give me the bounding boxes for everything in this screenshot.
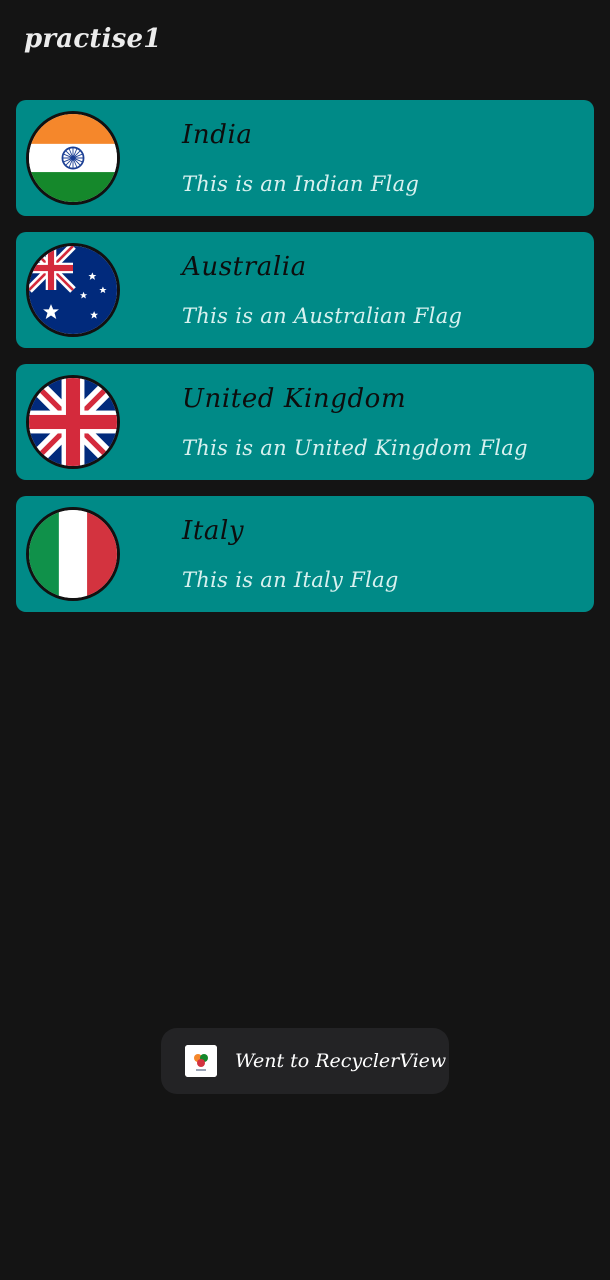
country-description: This is an United Kingdom Flag: [182, 436, 528, 460]
country-name: United Kingdom: [182, 384, 407, 414]
list-item-australia[interactable]: Australia This is an Australian Flag: [16, 232, 594, 348]
country-list[interactable]: India This is an Indian Flag Australia T…: [16, 100, 594, 628]
toast: Went to RecyclerView: [161, 1028, 449, 1094]
toast-message: Went to RecyclerView: [235, 1050, 447, 1072]
list-item-united-kingdom[interactable]: United Kingdom This is an United Kingdom…: [16, 364, 594, 480]
list-item-italy[interactable]: Italy This is an Italy Flag: [16, 496, 594, 612]
country-description: This is an Australian Flag: [182, 304, 463, 328]
app-bar: practise1: [0, 0, 610, 88]
india-flag-icon: [26, 111, 120, 205]
uk-flag-icon: [26, 375, 120, 469]
country-description: This is an Italy Flag: [182, 568, 399, 592]
italy-flag-icon: [26, 507, 120, 601]
app-title: practise1: [24, 24, 162, 54]
country-name: Italy: [182, 516, 245, 546]
list-item-india[interactable]: India This is an Indian Flag: [16, 100, 594, 216]
country-name: India: [182, 120, 253, 150]
country-description: This is an Indian Flag: [182, 172, 420, 196]
app-icon: [185, 1045, 217, 1077]
country-name: Australia: [182, 252, 307, 282]
australia-flag-icon: [26, 243, 120, 337]
